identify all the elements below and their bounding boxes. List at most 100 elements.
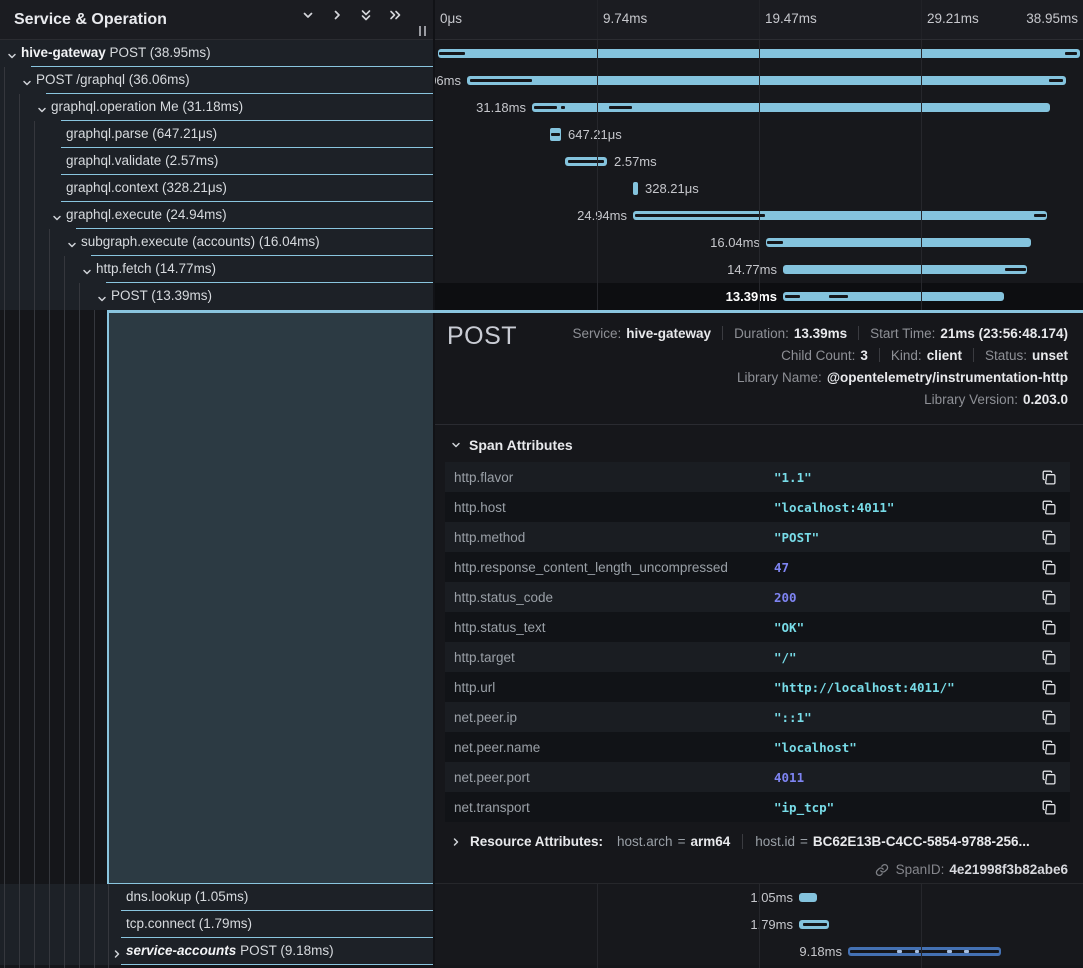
- copy-icon[interactable]: [1042, 770, 1056, 785]
- attribute-value: 200: [774, 590, 797, 605]
- attribute-value: "1.1": [774, 470, 812, 485]
- copy-icon[interactable]: [1042, 590, 1056, 605]
- span-label: POST /graphql (36.06ms): [36, 72, 190, 87]
- meta-label: Service:: [572, 326, 621, 341]
- meta-label: Kind:: [891, 348, 922, 363]
- meta-item: Duration:13.39ms: [711, 326, 847, 341]
- expand-all-icon[interactable]: [387, 7, 403, 23]
- span-bar[interactable]: [783, 292, 1004, 301]
- span-title: POST: [447, 322, 517, 351]
- tree-row-post[interactable]: hive-gateway POST (38.95ms): [0, 40, 433, 67]
- span-bar[interactable]: [799, 893, 817, 902]
- axis-tick: 38.95ms: [1026, 11, 1078, 26]
- collapse-one-icon[interactable]: [300, 7, 316, 23]
- chevron-right-icon[interactable]: [112, 946, 124, 958]
- meta-label: Start Time:: [870, 326, 935, 341]
- tree-row-graphql.validate[interactable]: graphql.validate (2.57ms): [0, 148, 433, 175]
- meta-line: Library Name:@opentelemetry/instrumentat…: [508, 366, 1068, 388]
- chevron-down-icon[interactable]: [67, 237, 79, 249]
- chevron-down-icon[interactable]: [7, 48, 19, 60]
- meta-value: 3: [860, 348, 868, 363]
- section-divider: [435, 424, 1083, 425]
- meta-value: client: [927, 348, 962, 363]
- span-bar[interactable]: [467, 76, 1066, 85]
- tree-row-subgraph.execute-accounts-[interactable]: subgraph.execute (accounts) (16.04ms): [0, 229, 433, 256]
- resource-attributes-row[interactable]: Resource Attributes:host.arch=arm64host.…: [451, 834, 1030, 849]
- axis-tick: 19.47ms: [765, 11, 817, 26]
- resource-key: host.arch: [617, 834, 673, 849]
- copy-icon[interactable]: [1042, 470, 1056, 485]
- tree-row-graphql.parse[interactable]: graphql.parse (647.21μs): [0, 121, 433, 148]
- indent-guide: [79, 283, 80, 968]
- copy-icon[interactable]: [1042, 530, 1056, 545]
- child-span-marker: [1065, 52, 1077, 55]
- expand-one-icon[interactable]: [329, 7, 345, 23]
- attribute-row: net.peer.port 4011: [445, 762, 1070, 792]
- link-icon[interactable]: [875, 863, 889, 877]
- chevron-down-icon[interactable]: [37, 102, 49, 114]
- attribute-key: http.flavor: [454, 470, 513, 485]
- copy-icon[interactable]: [1042, 740, 1056, 755]
- chevron-down-icon[interactable]: [52, 210, 64, 222]
- meta-item: Kind: client: [868, 348, 962, 363]
- attribute-key: net.peer.port: [454, 770, 530, 785]
- gridline: [759, 40, 760, 310]
- attribute-value: "ip_tcp": [774, 800, 834, 815]
- meta-label: Status:: [985, 348, 1027, 363]
- attribute-value: "localhost:4011": [774, 500, 894, 515]
- selected-span-backdrop: [107, 313, 433, 884]
- span-label: graphql.operation Me (31.18ms): [51, 99, 243, 114]
- resource-key: host.id: [755, 834, 795, 849]
- panel-resize-handle[interactable]: [419, 26, 426, 36]
- indent-guide: [49, 229, 50, 968]
- copy-icon[interactable]: [1042, 500, 1056, 515]
- span-attributes-header[interactable]: Span Attributes: [451, 437, 573, 453]
- attribute-row: net.peer.ip"::1": [445, 702, 1070, 732]
- equals-sign: =: [800, 834, 808, 849]
- meta-item: Library Name:@opentelemetry/instrumentat…: [737, 370, 1068, 385]
- tree-row-graphql.execute[interactable]: graphql.execute (24.94ms): [0, 202, 433, 229]
- meta-value: @opentelemetry/instrumentation-http: [827, 370, 1068, 385]
- copy-icon[interactable]: [1042, 560, 1056, 575]
- attribute-key: http.host: [454, 500, 506, 515]
- copy-icon[interactable]: [1042, 620, 1056, 635]
- tree-row-graphql.operation-me[interactable]: graphql.operation Me (31.18ms): [0, 94, 433, 121]
- chevron-down-icon[interactable]: [82, 264, 94, 276]
- span-attributes-table: http.flavor "1.1" http.host "localhost:4011…: [445, 462, 1070, 822]
- span-bar[interactable]: [766, 238, 1031, 247]
- divider: [742, 834, 743, 849]
- tree-row-graphql.context[interactable]: graphql.context (328.21μs): [0, 175, 433, 202]
- copy-icon[interactable]: [1042, 710, 1056, 725]
- duration-label: 1.05ms: [750, 890, 793, 905]
- service-name: service-accounts: [126, 943, 236, 958]
- chevron-down-icon: [451, 440, 461, 450]
- indent-guide: [19, 94, 20, 968]
- attribute-value: 4011: [774, 770, 804, 785]
- span-bar[interactable]: [633, 182, 638, 195]
- attribute-value: "POST": [774, 530, 819, 545]
- attribute-key: http.response_content_length_uncompresse…: [454, 560, 728, 575]
- resource-value: BC62E13B-C4CC-5854-9788-256...: [813, 834, 1030, 849]
- child-span-marker: [568, 160, 604, 163]
- meta-item: Library Version:0.203.0: [924, 392, 1068, 407]
- copy-icon[interactable]: [1042, 680, 1056, 695]
- duration-label: 647.21μs: [568, 127, 622, 142]
- chevron-down-icon[interactable]: [97, 291, 109, 303]
- attribute-key: http.url: [454, 680, 495, 695]
- copy-icon[interactable]: [1042, 800, 1056, 815]
- chevron-down-icon[interactable]: [22, 75, 34, 87]
- duration-label: 2.57ms: [614, 154, 657, 169]
- copy-icon[interactable]: [1042, 650, 1056, 665]
- gridline: [921, 0, 922, 39]
- tree-row-post-graphql[interactable]: POST /graphql (36.06ms): [0, 67, 433, 94]
- span-bar[interactable]: [783, 265, 1027, 274]
- duration-label: 36.06ms: [435, 73, 461, 88]
- gridline: [921, 40, 922, 310]
- meta-item: Child Count:3: [781, 348, 868, 363]
- panel-divider[interactable]: [433, 0, 435, 968]
- child-span-marker: [1049, 79, 1063, 82]
- child-span-dot: [964, 950, 969, 953]
- chevron-right-icon: [451, 837, 461, 847]
- gridline: [597, 40, 598, 310]
- collapse-all-icon[interactable]: [358, 7, 374, 23]
